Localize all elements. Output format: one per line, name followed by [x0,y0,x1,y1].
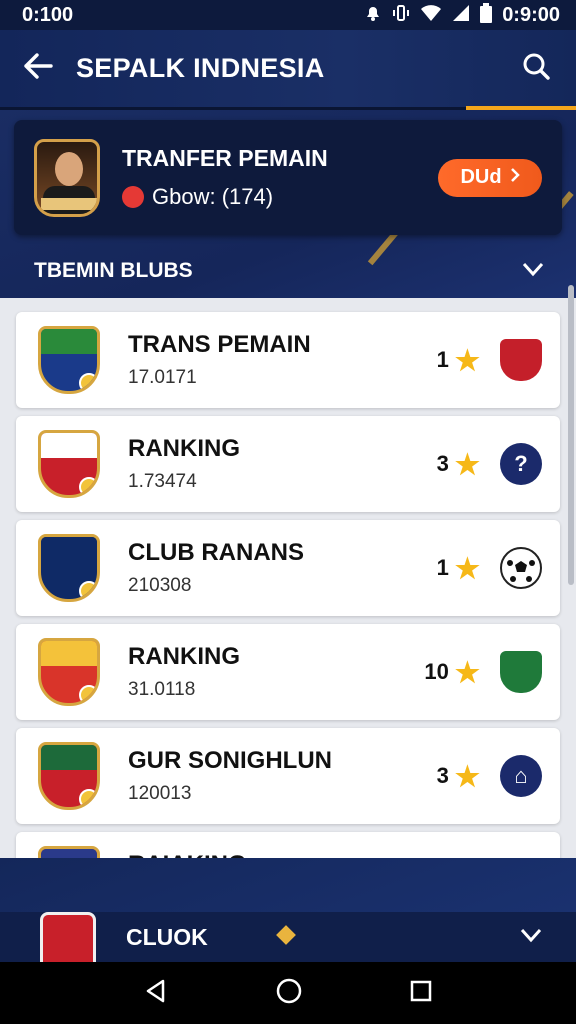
badge-glyph: ⌂ [514,763,528,788]
status-time-left: 0:100 [22,3,74,26]
status-time-right: 0:9:00 [502,3,560,26]
transfer-info: TRANFER PEMAIN Gbow: (174) [122,145,438,210]
star-icon: ★ [454,448,480,480]
chevron-down-icon[interactable] [522,258,544,284]
crest-stripe [41,641,97,666]
vibrate-icon [392,4,410,27]
rating-value: 3 [436,763,449,788]
crest-mini-badge [79,581,97,599]
club-crest-icon [38,638,100,706]
club-code: 1.73474 [128,471,197,492]
club-info: RANKING 31.0118 [128,643,424,701]
transfer-title: TRANFER PEMAIN [122,145,328,171]
club-crest-icon [38,534,100,602]
scrollbar[interactable] [568,285,574,585]
rating-value: 1 [436,347,449,372]
club-rating: 3★ [437,760,480,793]
soccer-ball-icon[interactable] [500,547,542,589]
heart-icon [122,186,144,208]
status-icons: 0:9:00 [364,2,560,28]
notification-icon [364,4,382,27]
rating-value: 1 [436,555,449,580]
club-badge-icon[interactable]: ⌂ [500,755,542,797]
search-button[interactable] [496,52,576,85]
club-badge-icon[interactable] [500,339,542,381]
club-rating: 10 ★ [424,656,480,689]
club-code: 17.0171 [128,367,197,388]
bottom-label: CLUOK [126,923,208,950]
club-name: GUR SONIGHLUN [128,747,332,774]
club-info: RANKING 1.73474 [128,435,437,493]
star-icon: ★ [454,760,480,792]
transfer-action-button[interactable]: DUd [438,158,542,197]
club-name: RANKING [128,643,240,670]
rating-value: 10 [424,659,449,684]
club-crest-icon [38,742,100,810]
transfer-card[interactable]: TRANFER PEMAIN Gbow: (174) DUd [14,120,562,235]
club-crest-icon [38,430,100,498]
crest-stripe [41,745,97,770]
back-button[interactable] [0,49,76,88]
badge-glyph: ? [514,451,528,476]
player-avatar [34,138,100,217]
crest-mini-badge [79,373,97,391]
recents-icon[interactable] [409,979,433,1008]
chevron-right-icon [510,166,520,189]
wifi-icon [420,4,442,27]
crest-mini-badge [79,789,97,807]
crest-stripe [41,433,97,458]
club-rating: 3★ [437,448,480,481]
signal-icon [452,4,470,27]
crest-stripe [41,329,97,354]
section-title: TBEMIN BLUBS [34,259,193,282]
status-bar: 0:100 0:9:00 [0,0,576,30]
crest-mini-badge [79,477,97,495]
rating-value: 3 [436,451,449,476]
list-item[interactable]: RANKING 1.73474 3 ★? [16,416,560,512]
club-info: CLUB RANANS 210308 [128,539,437,597]
chevron-down-icon[interactable] [520,924,542,950]
club-rating: 1 ★ [437,344,480,377]
list-item[interactable]: CLUB RANANS 210308 1 ★ [16,520,560,616]
arrow-left-icon [23,49,53,87]
club-crest-icon [38,326,100,394]
app-bar: SEPALK INDNESIA [0,30,576,110]
star-icon: ★ [454,656,480,688]
star-icon: ★ [454,344,480,376]
club-badge-icon[interactable]: ? [500,443,542,485]
club-name: TRANS PEMAIN [128,331,311,358]
crest-mini-badge [79,685,97,703]
section-header[interactable]: TBEMIN BLUBS [0,248,576,294]
club-info: TRANS PEMAIN 17.0171 [128,331,437,389]
club-badge-icon[interactable] [500,651,542,693]
search-icon [522,52,550,85]
list-item[interactable]: GUR SONIGHLUN 120013 3 ★ ⌂ [16,728,560,824]
back-icon[interactable] [143,978,169,1009]
transfer-button-label: DUd [460,166,502,188]
club-name: CLUB RANANS [128,539,304,566]
club-name: RANKING [128,435,240,462]
club-info: GUR SONIGHLUN 120013 [128,747,437,805]
list-item[interactable]: TRANS PEMAIN 17.0171 1 ★ [16,312,560,408]
home-icon[interactable] [275,977,303,1010]
battery-icon [480,2,493,28]
page-title: SEPALK INDNESIA [76,53,325,83]
list-item[interactable]: RANKING 31.0118 10 ★ [16,624,560,720]
transfer-subtitle: Gbow: (174) [152,184,274,209]
club-crest-icon [40,912,96,962]
club-code: 210308 [128,575,192,596]
star-icon: ★ [454,552,480,584]
transfer-subtitle-row: Gbow: (174) [122,184,438,210]
club-code: 31.0118 [128,679,196,700]
crest-stripe [41,537,97,562]
avatar-tag [41,197,97,210]
club-rating: 1 ★ [437,552,480,585]
system-nav-bar [0,962,576,1024]
club-code: 120013 [128,783,192,804]
player-face [55,151,83,186]
